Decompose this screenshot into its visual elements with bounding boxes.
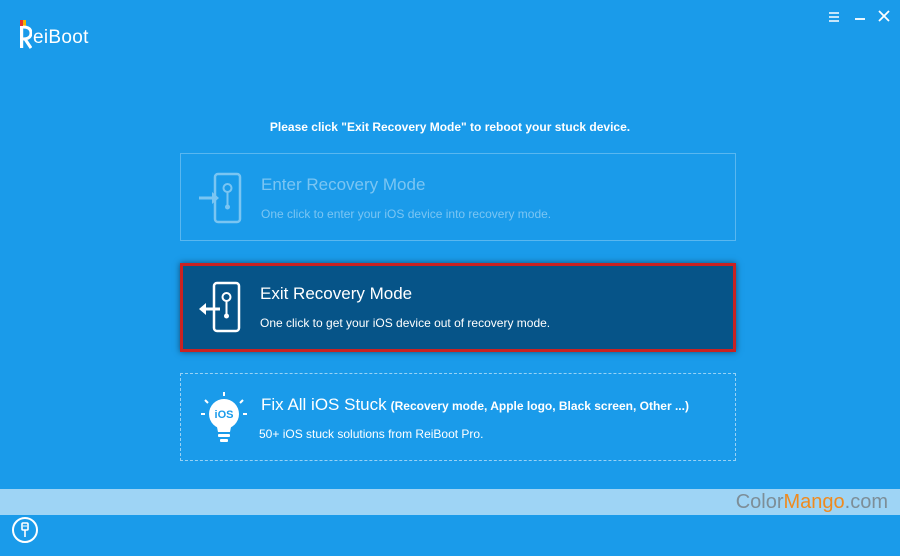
exit-recovery-desc: One click to get your iOS device out of … [260,316,551,330]
fix-ios-subtitle: (Recovery mode, Apple logo, Black screen… [390,399,689,413]
minimize-icon [829,12,839,22]
app-logo: eiBoot [18,16,89,50]
instruction-text: Please click "Exit Recovery Mode" to reb… [269,120,631,134]
ios-label: iOS [215,409,234,421]
ios-bulb-icon: iOS [197,392,253,446]
exit-recovery-title: Exit Recovery Mode [260,284,413,303]
window-menu-button[interactable] [850,6,870,26]
fix-all-ios-stuck-option[interactable]: iOS Fix All iOS Stuck (Recovery mode, App… [180,373,736,461]
fix-ios-title: Fix All iOS Stuck (Recovery mode, Apple l… [261,395,689,415]
exit-recovery-mode-option[interactable]: Exit Recovery Mode One click to get your… [180,263,736,352]
watermark-part3: .com [844,491,888,513]
reiboot-window: eiBoot Please click "Exit Recovery Mode"… [0,0,900,556]
phone-enter-icon [197,172,253,226]
usb-connection-button[interactable] [12,517,38,543]
reiboot-logo-icon [18,20,33,50]
close-button[interactable] [874,6,894,26]
watermark-part1: Color [735,491,784,513]
usb-plug-icon [21,522,29,537]
minimize-button[interactable] [824,6,844,26]
fix-ios-desc: 50+ iOS stuck solutions from ReiBoot Pro… [259,427,484,441]
enter-recovery-title: Enter Recovery Mode [261,175,426,194]
watermark-part2: Mango [783,491,845,513]
app-name: eiBoot [33,27,89,48]
close-icon [878,10,890,22]
enter-recovery-desc: One click to enter your iOS device into … [261,207,552,221]
fix-ios-title-main: Fix All iOS Stuck [261,395,387,414]
phone-exit-icon [196,281,252,335]
watermark: ColorMango.com [736,489,888,515]
enter-recovery-mode-option[interactable]: Enter Recovery Mode One click to enter y… [180,153,736,241]
dash-icon [855,18,865,20]
